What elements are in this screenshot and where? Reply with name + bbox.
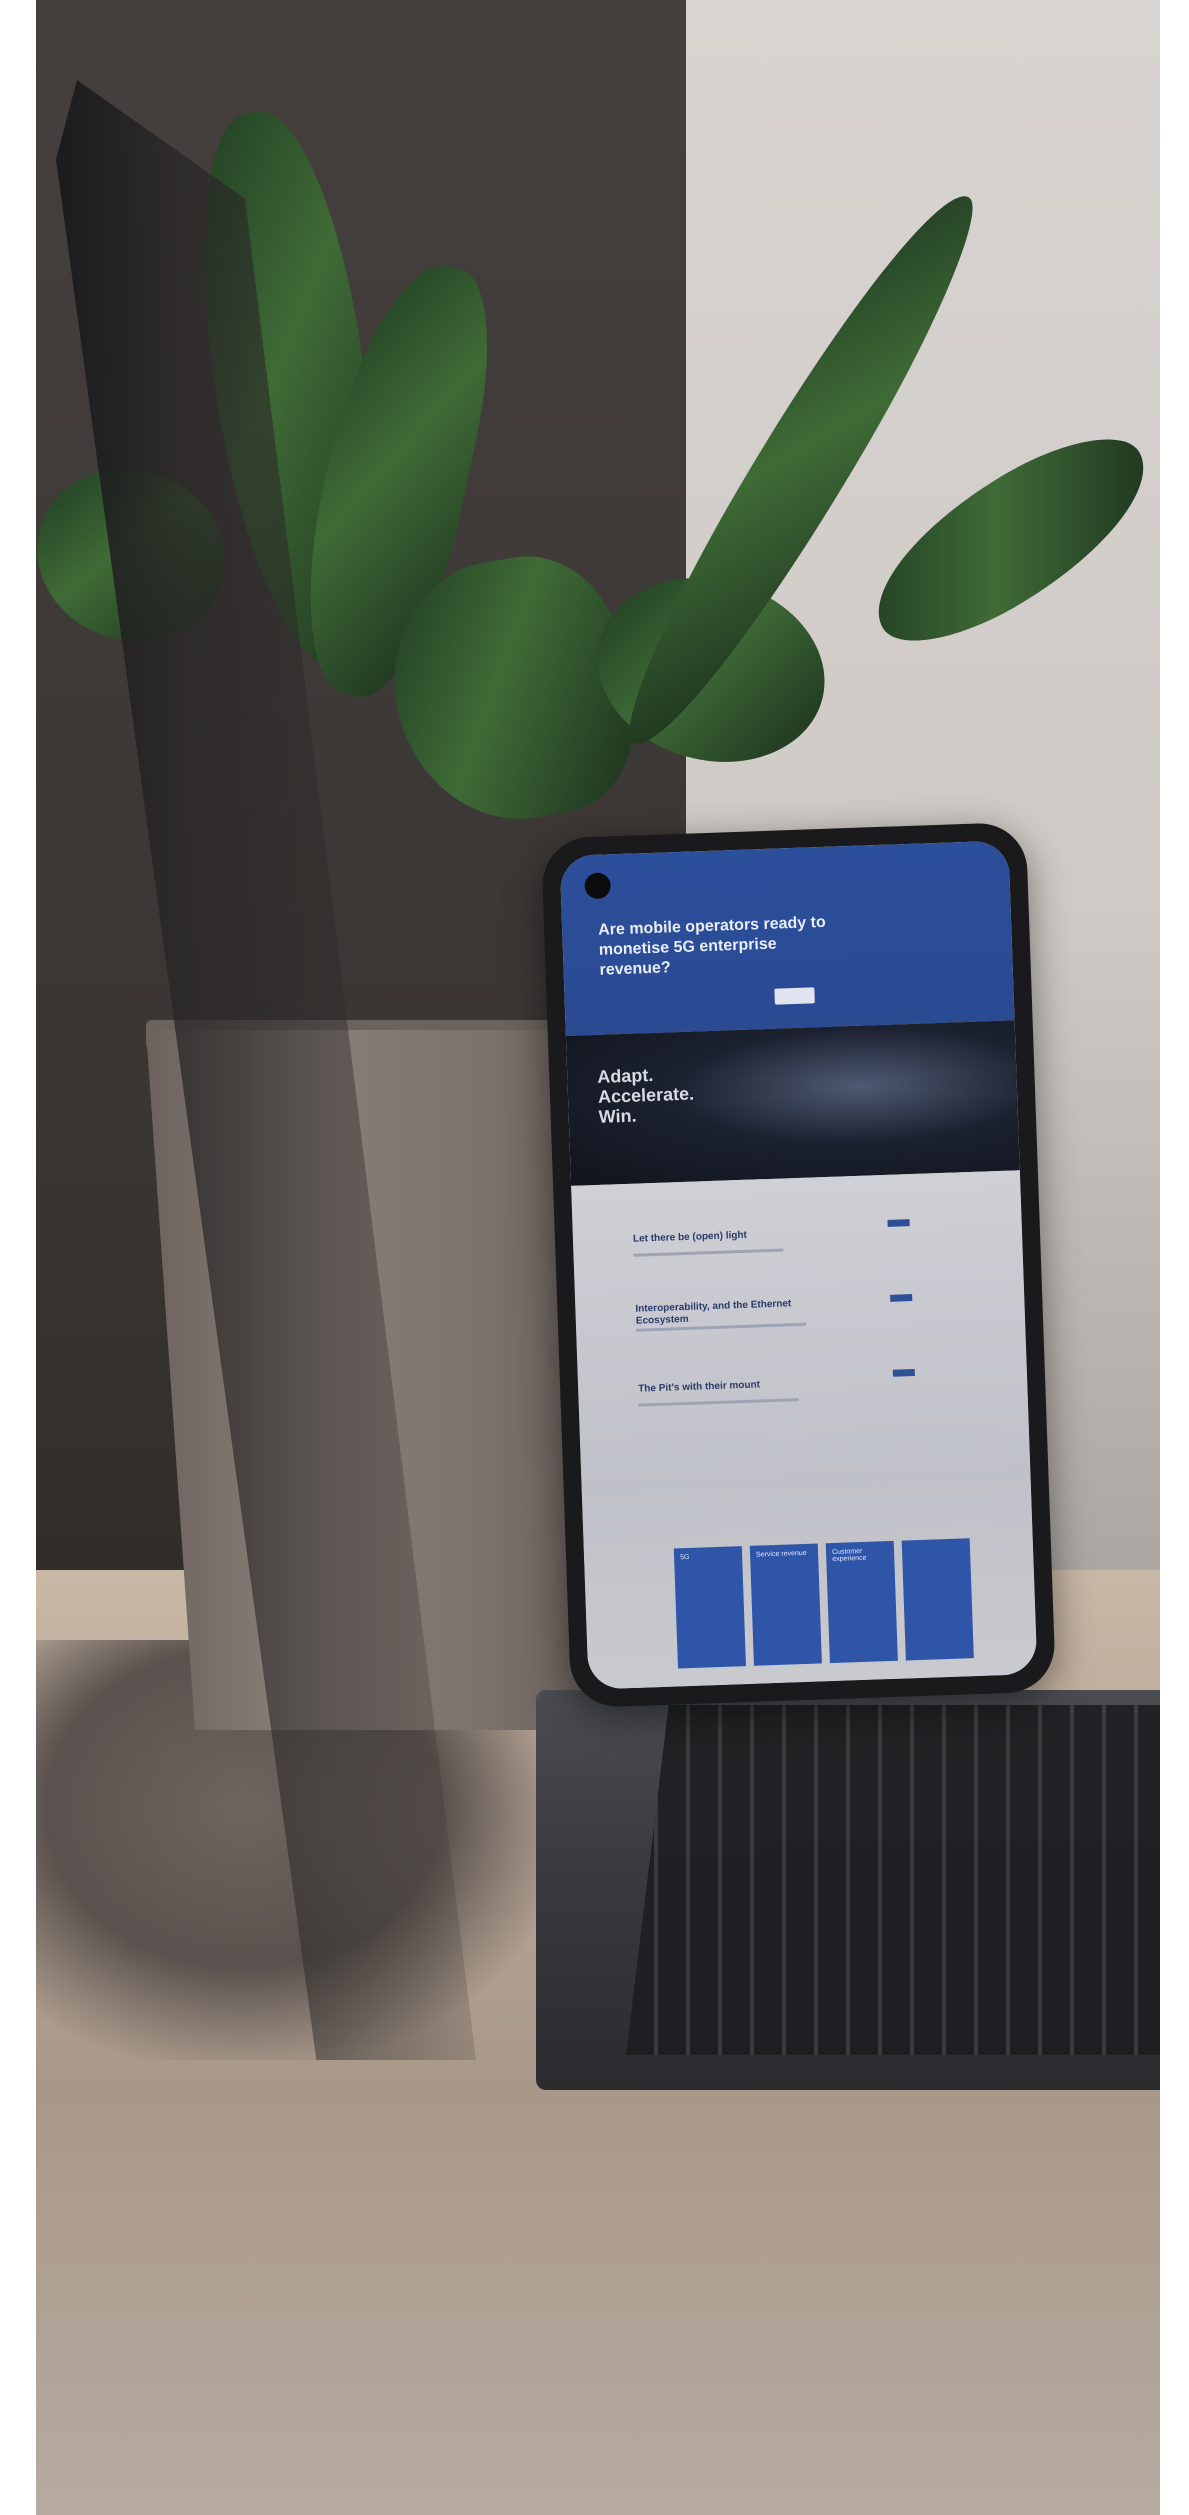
card	[901, 1538, 974, 1661]
status-badge	[892, 1369, 915, 1377]
divider	[638, 1398, 799, 1407]
photo-frame: Are mobile operators ready to monetise 5…	[36, 0, 1160, 2515]
status-badge	[890, 1294, 913, 1302]
card-row: 5G Service revenue Customer experience	[673, 1536, 1037, 1669]
hero-button	[774, 987, 815, 1005]
divider	[633, 1248, 784, 1257]
card: 5G	[673, 1546, 746, 1669]
laptop-keyboard	[626, 1705, 1160, 2055]
card: Customer experience	[825, 1540, 898, 1664]
phone-screen: Are mobile operators ready to monetise 5…	[559, 840, 1038, 1690]
card: Service revenue	[749, 1543, 822, 1666]
camera-icon	[584, 872, 612, 900]
status-badge	[887, 1219, 910, 1227]
list-item: The Pit's with their mount	[638, 1379, 761, 1395]
hero-title: Are mobile operators ready to monetise 5…	[597, 913, 826, 979]
smartphone: Are mobile operators ready to monetise 5…	[540, 821, 1057, 1709]
list-item: Let there be (open) light	[632, 1229, 748, 1245]
band-title: Adapt. Accelerate. Win.	[596, 1064, 695, 1127]
screen-hero: Are mobile operators ready to monetise 5…	[559, 840, 1015, 1036]
screen-content: Let there be (open) light Interoperabili…	[571, 1170, 1038, 1690]
